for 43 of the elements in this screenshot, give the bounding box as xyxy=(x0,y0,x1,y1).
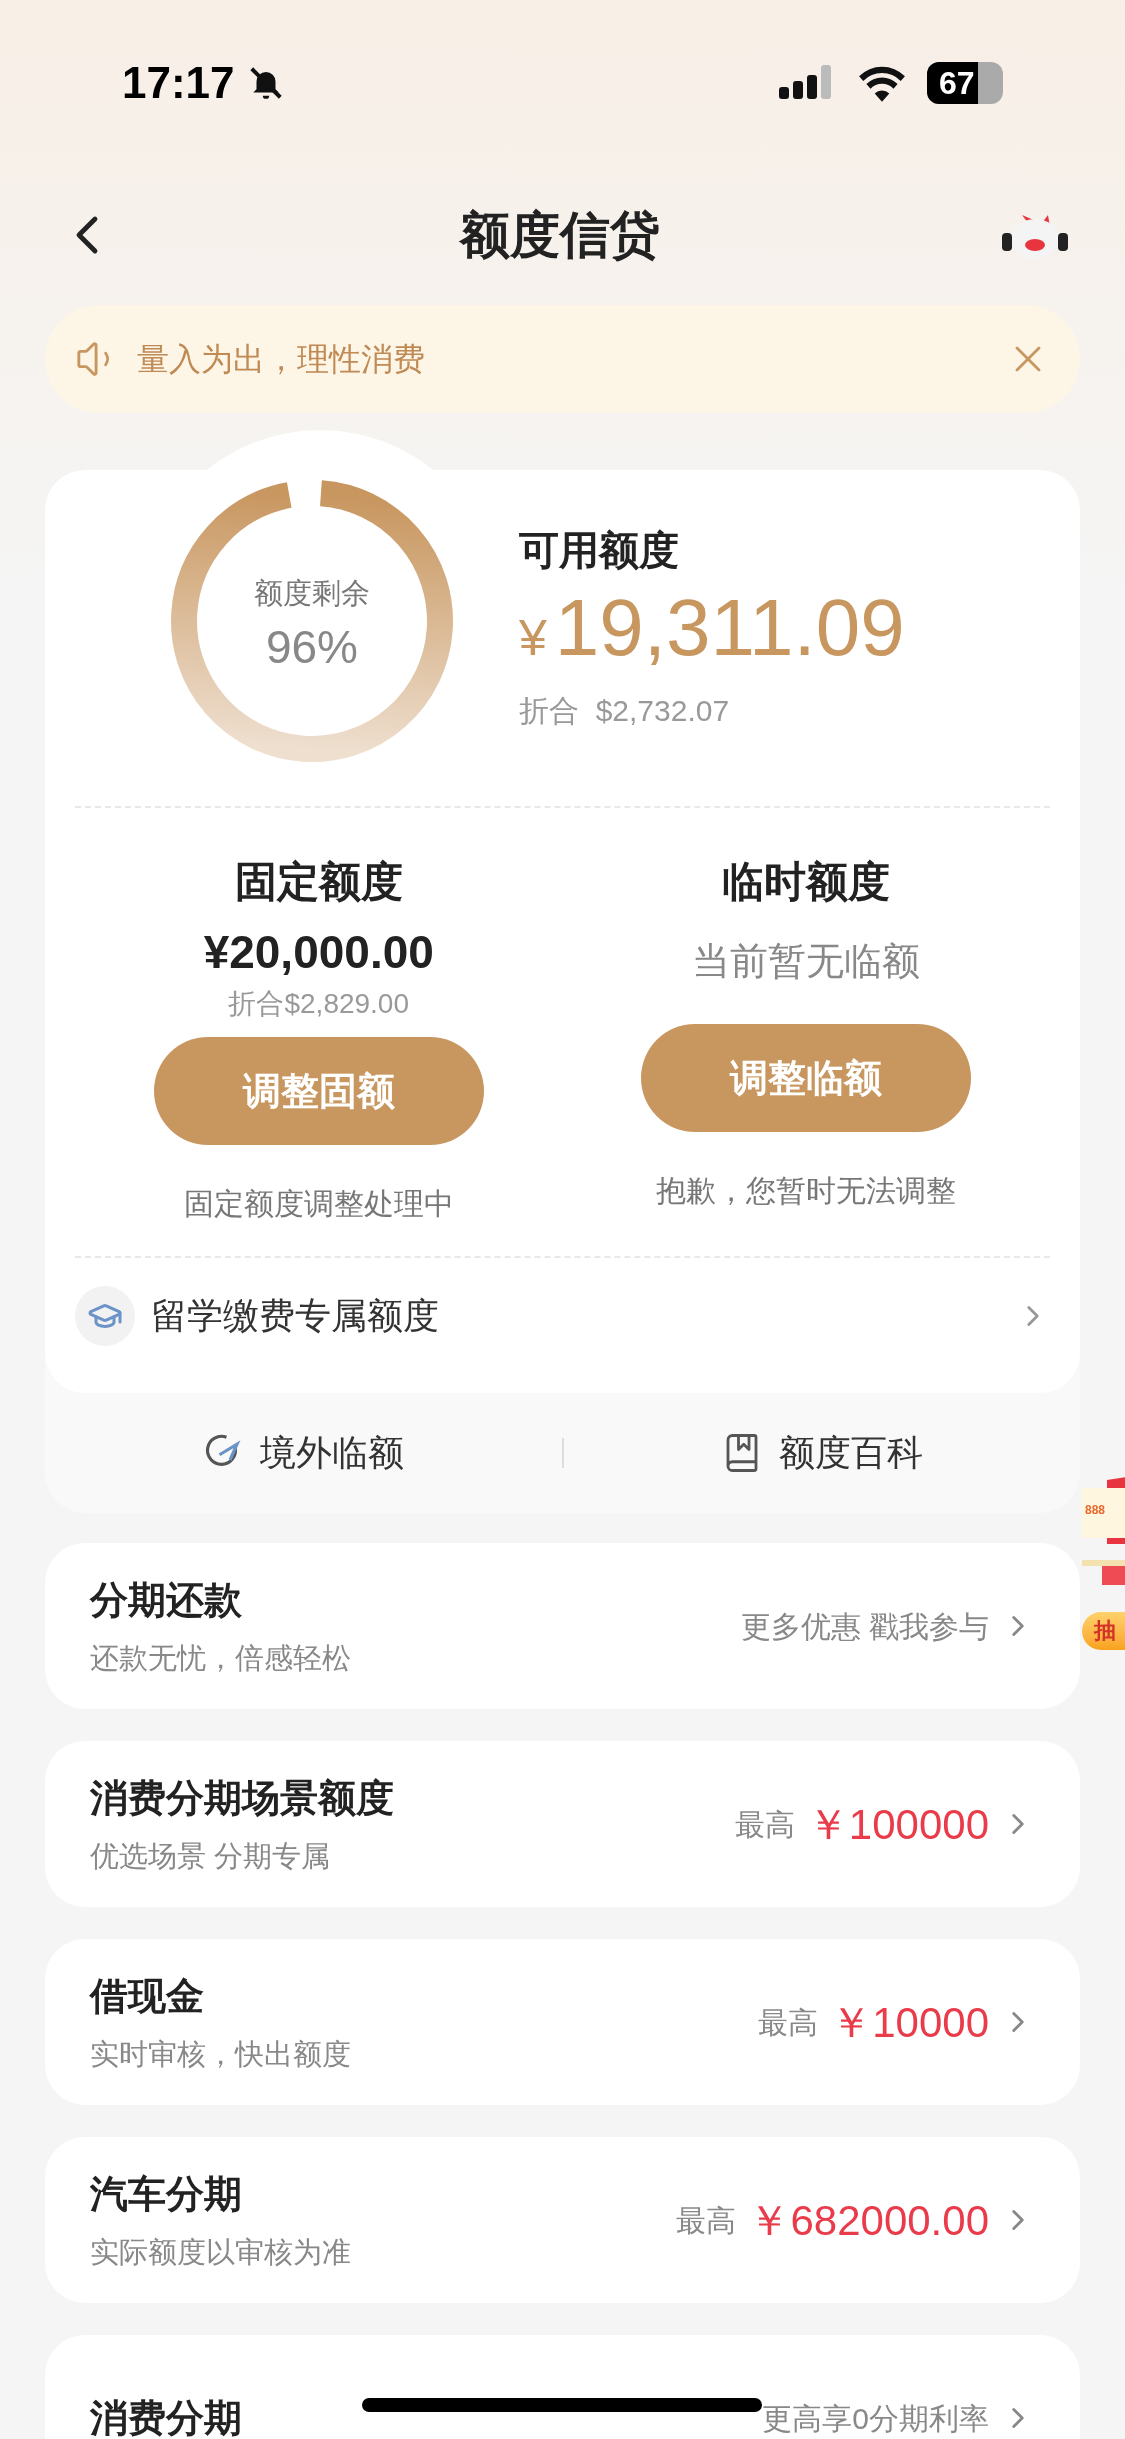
card-subtitle: 实时审核，快出额度 xyxy=(90,2036,351,2072)
max-amount: ￥10000 xyxy=(830,1997,989,2048)
max-amount: ￥100000 xyxy=(806,1799,989,1850)
status-time: 17:17 xyxy=(122,56,235,109)
promo-amount: 888 xyxy=(1085,1504,1106,1516)
max-label: 最高 xyxy=(734,1806,795,1843)
ring-percent: 96% xyxy=(265,623,359,670)
card-title: 分期还款 xyxy=(90,1577,242,1623)
page-title: 额度信贷 xyxy=(459,205,660,265)
card-title: 消费分期 xyxy=(90,2395,242,2439)
quota-title: 固定额度 xyxy=(234,857,403,907)
notice-text: 量入为出，理性消费 xyxy=(137,340,426,379)
promo-text: 更多优惠 戳我参与 xyxy=(740,1608,989,1645)
service-card[interactable]: 汽车分期 实际额度以审核为准 最高 ￥682000.00 xyxy=(45,2137,1080,2303)
card-title: 消费分期场景额度 xyxy=(90,1775,394,1821)
quota-caption: 固定额度调整处理中 xyxy=(183,1186,454,1222)
quick-link[interactable]: 境外临额 xyxy=(45,1426,562,1480)
card-title: 借现金 xyxy=(90,1973,204,2019)
battery-icon: 67 xyxy=(927,61,1003,104)
card-subtitle: 优选场景 分期专属 xyxy=(90,1838,331,1874)
currency-symbol: ¥ xyxy=(519,608,547,668)
card-subtitle: 还款无忧，倍感轻松 xyxy=(90,1640,351,1676)
max-amount: ￥682000.00 xyxy=(748,2195,989,2246)
study-quota-row[interactable]: 留学缴费专属额度 xyxy=(75,1258,1050,1373)
quota-caption: 抱歉，您暂时无法调整 xyxy=(656,1173,957,1209)
quota-status: 当前暂无临额 xyxy=(692,939,921,984)
card-subtitle: 实际额度以审核为准 xyxy=(90,2234,351,2270)
quota-title: 临时额度 xyxy=(722,857,891,907)
max-label: 最高 xyxy=(758,2004,819,2041)
quick-link[interactable]: 额度百科 xyxy=(563,1426,1080,1480)
max-label: 最高 xyxy=(676,2202,737,2239)
converted-amount: 折合 $2,732.07 xyxy=(519,692,731,729)
ring-label: 额度剩余 xyxy=(254,576,370,612)
service-card[interactable]: 消费分期场景额度 优选场景 分期专属 最高 ￥100000 xyxy=(45,1741,1080,1907)
service-card[interactable]: 分期还款 还款无忧，倍感轻松 更多优惠 戳我参与 xyxy=(45,1543,1080,1709)
available-amount: 19,311.09 xyxy=(554,587,905,668)
promo-text: 更高享0分期利率 xyxy=(762,2400,989,2437)
service-card[interactable]: 借现金 实时审核，快出额度 最高 ￥10000 xyxy=(45,1939,1080,2105)
quota-converted: 折合$2,829.00 xyxy=(228,987,410,1021)
available-label: 可用额度 xyxy=(519,526,680,574)
quota-amount: ¥20,000.00 xyxy=(203,929,434,975)
service-card[interactable]: 消费分期 更高享0分期利率 xyxy=(45,2335,1080,2439)
card-title: 汽车分期 xyxy=(90,2171,242,2217)
